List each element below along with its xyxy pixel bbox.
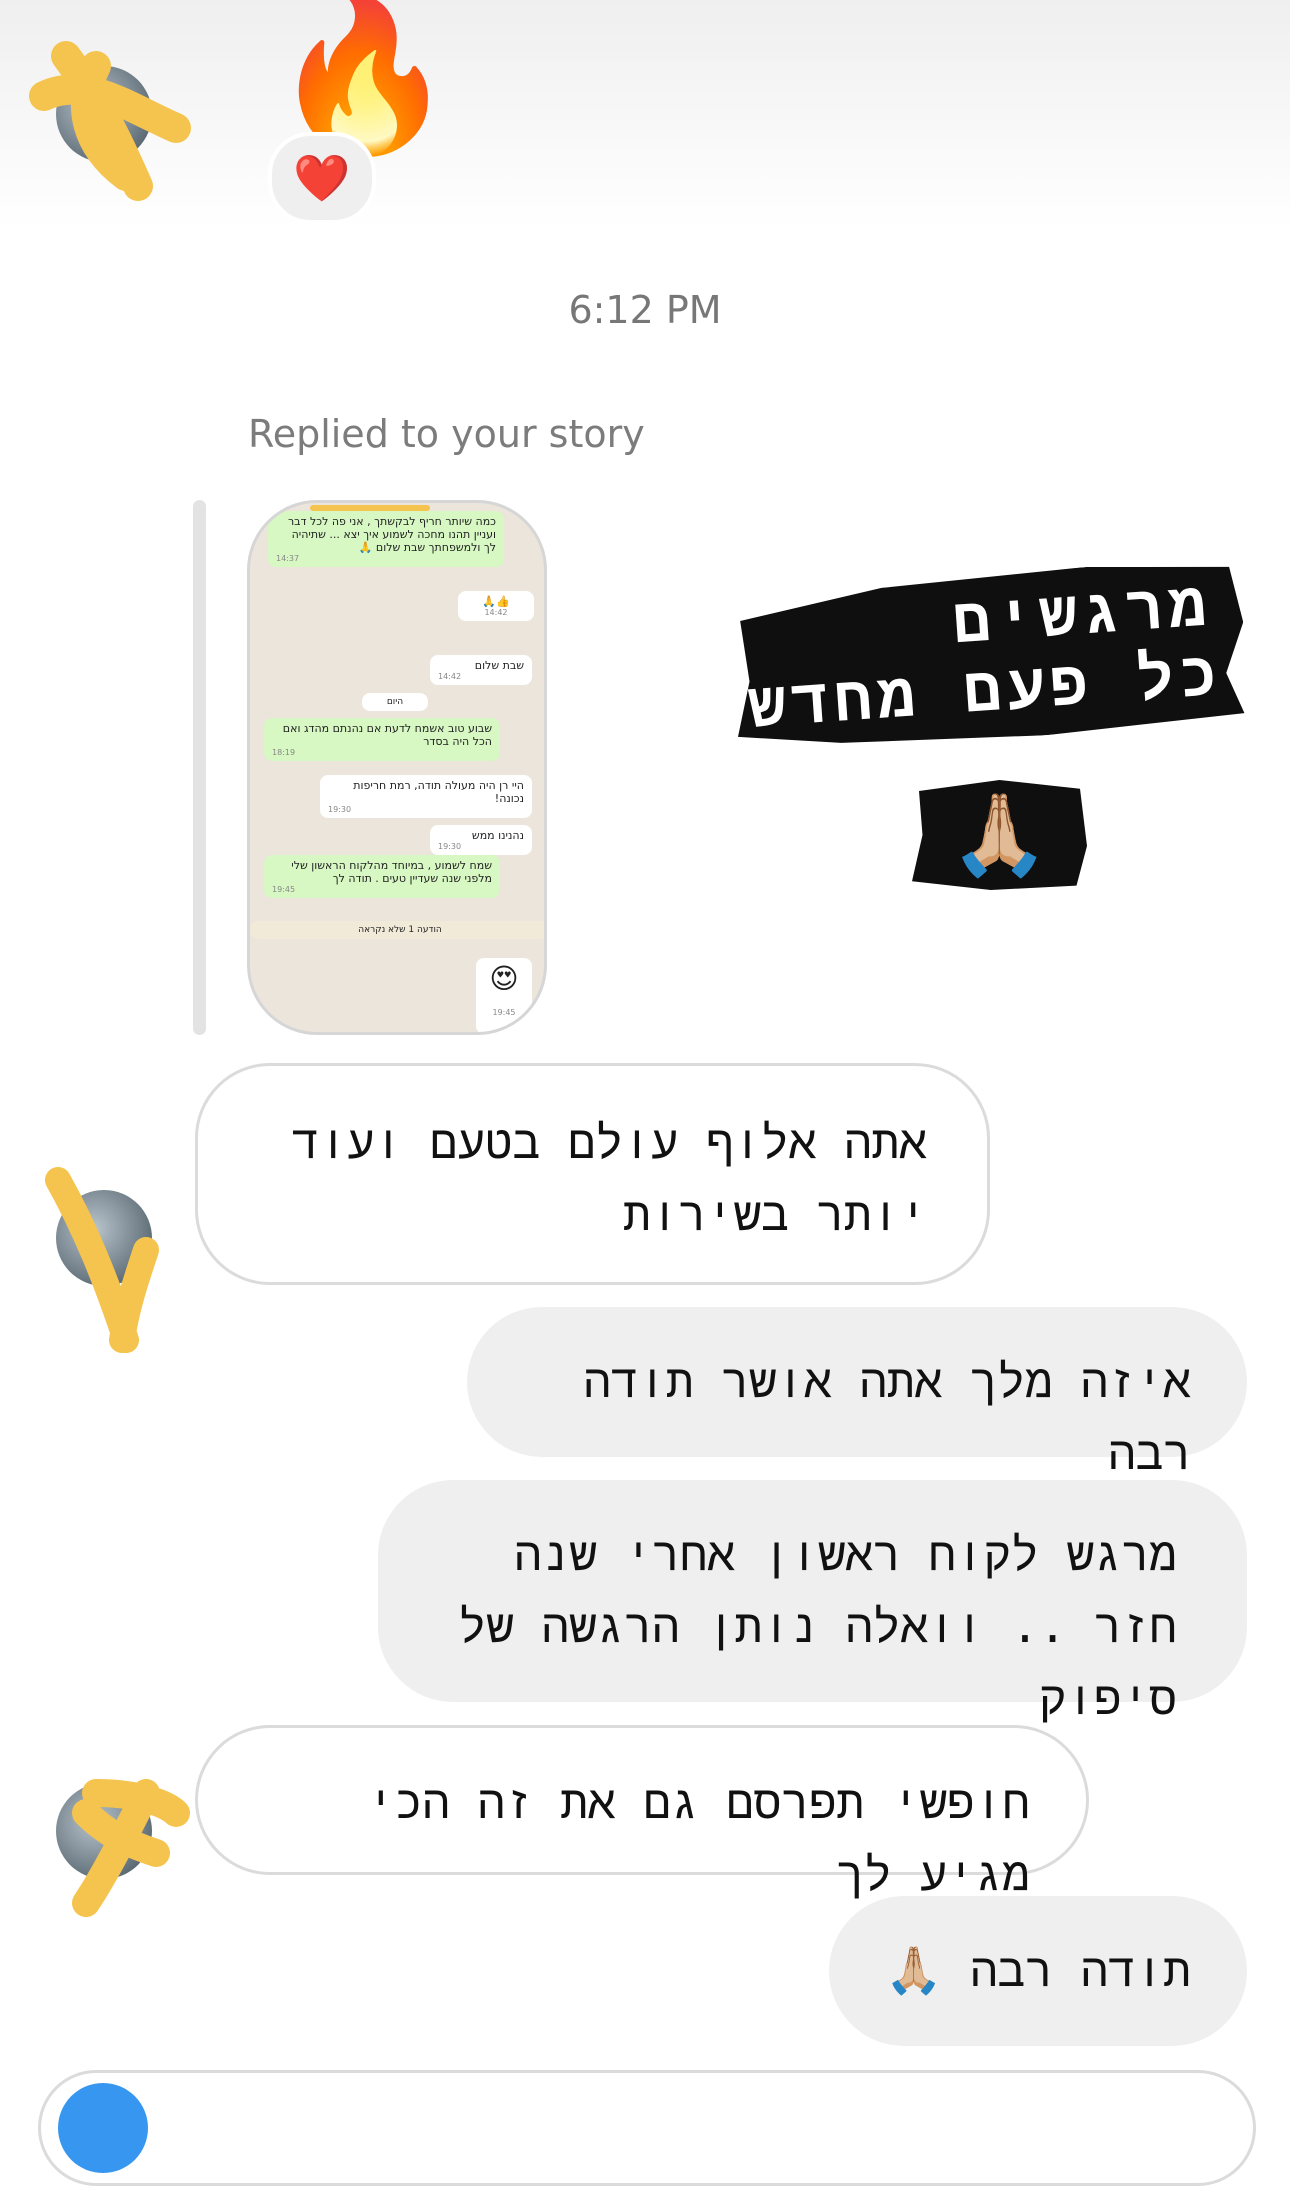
wa-message: 👍🙏 14:42 — [458, 591, 534, 621]
wa-date-chip: היום — [362, 693, 428, 711]
wa-message: היי רן היה מעולה תודה, רמת חריפות נכונה!… — [320, 775, 532, 818]
fire-emoji: 🔥 — [270, 0, 457, 162]
redaction-scribble — [72, 1779, 190, 1917]
overlay-line-2: כל פעם מחדש — [745, 635, 1226, 742]
message-text: אתה אלוף עולם בטעם ועוד יותר בשירות — [291, 1115, 927, 1241]
heart-reaction[interactable]: ❤️ — [268, 132, 376, 224]
heart-icon: ❤️ — [293, 150, 351, 205]
wa-unread-notice: הודעה 1 שלא נקראה — [250, 921, 544, 939]
redaction-scribble — [45, 1167, 159, 1353]
wa-message: שבוע טוב אשמח לדעת אם נהנתם מהדג ואם הכל… — [264, 718, 500, 761]
reply-indicator-bar — [193, 500, 206, 1035]
message-text: תודה רבה 🙏🏼 — [885, 1943, 1191, 1997]
sender-avatar[interactable] — [45, 1167, 159, 1353]
message-text: חופשי תפרסם גם את זה הכי מגיע לך — [367, 1775, 1030, 1901]
praying-hands-icon: 🙏🏼 — [949, 788, 1050, 881]
outgoing-message[interactable]: מרגש לקוח ראשון אחרי שנה חזר .. וואלה נו… — [378, 1480, 1247, 1725]
sender-avatar[interactable] — [29, 41, 191, 201]
story-thumbnail[interactable]: כמה שיותר חריף לבקשתך , אני פה לכל דבר ו… — [247, 500, 547, 1035]
outgoing-message[interactable]: תודה רבה 🙏🏼 — [829, 1896, 1247, 2046]
message-timestamp: 6:12 PM — [568, 288, 722, 332]
incoming-message[interactable]: חופשי תפרסם גם את זה הכי מגיע לך — [195, 1725, 1089, 1901]
replied-to-story-label: Replied to your story — [248, 412, 645, 456]
camera-icon[interactable] — [58, 2083, 148, 2173]
wa-message: שבת שלום 14:42 — [430, 655, 532, 685]
outgoing-message[interactable]: איזה מלך אתה אושר תודה רבה — [467, 1307, 1247, 1480]
wa-message: שמח לשמוע , במיוחד מהלקוח הראשון שלי מלפ… — [264, 855, 500, 898]
message-text: איזה מלך אתה אושר תודה רבה — [583, 1354, 1191, 1480]
sender-avatar[interactable] — [56, 1779, 190, 1917]
story-overlay-text: מרגשים כל פעם מחדש — [728, 556, 1250, 756]
wa-message: 😍 19:45 — [476, 958, 532, 1032]
message-composer[interactable] — [38, 2070, 1256, 2186]
wa-message: כמה שיותר חריף לבקשתך , אני פה לכל דבר ו… — [268, 511, 504, 567]
message-text: מרגש לקוח ראשון אחרי שנה חזר .. וואלה נו… — [458, 1527, 1177, 1725]
redaction-scribble — [29, 41, 191, 201]
wa-message: נהנינו ממש 19:30 — [430, 825, 532, 855]
incoming-message[interactable]: אתה אלוף עולם בטעם ועוד יותר בשירות — [195, 1063, 990, 1285]
story-overlay-emoji: 🙏🏼 — [912, 780, 1087, 890]
